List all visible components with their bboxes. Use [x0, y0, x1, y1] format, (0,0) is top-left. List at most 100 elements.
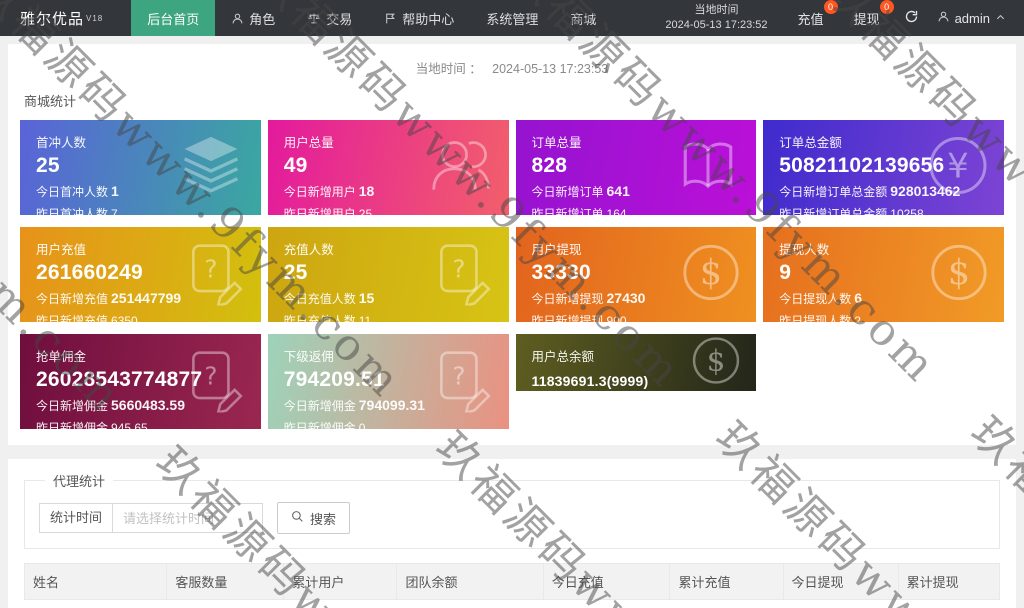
file-question-icon: ?	[429, 346, 495, 417]
search-icon	[291, 510, 304, 526]
agent-stats-table: 姓名 客服数量 累计用户 团队余额 今日充值 累计充值 今日提现 累计提现 ce…	[23, 563, 1001, 608]
card-yesterday-value: 10258	[890, 207, 924, 215]
card-yesterday-value: 0	[358, 421, 366, 429]
card-today-value: 27430	[606, 290, 646, 306]
table-row: ceshidaili 1 12 10062394.34 8100 13700 0…	[24, 599, 1000, 608]
withdraw-button-label: 提现	[853, 11, 880, 27]
mall-stats-panel: 当地时间 ： 2024-05-13 17:23:53 商城统计 首冲人数 25 …	[8, 44, 1016, 445]
cell-total-recharge: 13700	[669, 599, 784, 608]
card-today-value: 5660483.59	[111, 397, 185, 413]
stat-time-input[interactable]	[113, 503, 264, 533]
admin-menu[interactable]: admin	[937, 10, 1006, 26]
card-today-value: 641	[606, 183, 630, 199]
cell-today-withdraw: 0	[783, 599, 899, 608]
card-yesterday-value: 164	[606, 207, 627, 215]
cell-total-withdraw: 5300	[898, 599, 1000, 608]
col-header-total-withdraw: 累计提现	[897, 563, 1001, 600]
cell-service-count: 1	[166, 599, 284, 608]
agent-stats-title: 代理统计	[53, 474, 106, 489]
navbar-local-time-value: 2024-05-13 17:23:52	[665, 19, 768, 31]
stat-time-label: 统计时间	[39, 503, 114, 533]
col-header-total-recharge: 累计充值	[669, 563, 784, 600]
card-yesterday-label: 昨日充值人数	[283, 314, 356, 322]
card-today-label: 今日新增佣金	[283, 399, 356, 413]
card-yesterday-value: 6350	[111, 314, 138, 322]
card-today-label: 今日新增佣金	[36, 399, 109, 413]
yen-circle-icon: ¥	[926, 133, 990, 202]
mall-stats-title: 商城统计	[24, 94, 77, 109]
nav-item-help[interactable]: 帮助中心	[368, 0, 470, 36]
svg-text:?: ?	[204, 254, 217, 283]
col-header-today-withdraw: 今日提现	[782, 563, 899, 600]
nav-item-home-label: 后台首页	[147, 11, 200, 27]
app-logo-version: V18	[86, 13, 104, 23]
card-today-value: 251447799	[111, 290, 182, 306]
card-today-label: 今日充值人数	[283, 292, 356, 306]
file-question-icon: ?	[429, 239, 495, 310]
nav-item-trade-label: 交易	[326, 11, 353, 27]
col-header-name: 姓名	[23, 563, 168, 600]
recharge-button-label: 充值	[797, 11, 824, 27]
stat-cards-grid: 首冲人数 25 今日首冲人数 1 昨日首冲人数 7 用户总量 49 今日新增用户 18…	[8, 110, 1016, 429]
card-today-label: 今日新增提现	[531, 292, 604, 306]
card-yesterday-label: 昨日新增用户	[283, 207, 356, 215]
svg-text:$: $	[707, 343, 726, 377]
nav-item-roles[interactable]: 角色	[215, 0, 291, 36]
col-header-team-balance: 团队余额	[396, 563, 544, 600]
withdraw-button[interactable]: 提现 0	[848, 0, 894, 28]
cell-today-recharge: 8100	[543, 599, 670, 608]
top-navbar: 雅尔优品 V18 后台首页 角色 交易 帮助中心 系统管理 商城 当地时间 20…	[0, 0, 1024, 36]
admin-username: admin	[954, 10, 990, 26]
svg-text:?: ?	[204, 361, 217, 390]
cell-name: ceshidaili	[24, 599, 167, 608]
nav-item-system[interactable]: 系统管理	[470, 0, 554, 36]
stat-card-sub-rebate: 下级返佣 794209.51 今日新增佣金 794099.31 昨日新增佣金 0 ?	[267, 334, 509, 429]
search-button-label: 搜索	[310, 511, 337, 527]
local-time-line: 当地时间 ： 2024-05-13 17:23:53	[8, 44, 1016, 77]
svg-text:?: ?	[452, 254, 465, 283]
dollar-circle-icon: $	[680, 241, 742, 308]
card-today-label: 今日新增充值	[36, 292, 109, 306]
card-yesterday-value: 2	[854, 314, 861, 322]
stat-card-first-recharge-users: 首冲人数 25 今日首冲人数 1 昨日首冲人数 7	[20, 120, 261, 215]
user-icon	[937, 10, 950, 26]
stat-card-recharge-users: 充值人数 25 今日充值人数 15 昨日充值人数 11 ?	[267, 227, 509, 322]
card-today-label: 今日新增订单总金额	[779, 185, 888, 199]
svg-text:?: ?	[452, 361, 465, 390]
navbar-local-time-label: 当地时间	[694, 4, 739, 17]
card-yesterday-label: 昨日新增订单总金额	[779, 207, 888, 215]
cell-total-users: 12	[283, 599, 397, 608]
search-button[interactable]: 搜索	[277, 502, 351, 534]
stat-card-total-orders: 订单总量 828 今日新增订单 641 昨日新增订单 164	[515, 120, 757, 215]
navbar-right: 当地时间 2024-05-13 17:23:52 充值 0 提现 0 admin	[665, 0, 1024, 36]
svg-text:$: $	[948, 253, 970, 293]
main-menu: 后台首页 角色 交易 帮助中心 系统管理 商城	[131, 0, 612, 36]
open-book-icon	[674, 134, 742, 201]
nav-item-mall[interactable]: 商城	[554, 0, 612, 36]
stat-card-grab-commission: 抢单佣金 26028543774877 今日新增佣金 5660483.59 昨日新…	[20, 334, 261, 429]
stat-card-user-withdraw: 用户提现 33330 今日新增提现 27430 昨日新增提现 900 $	[515, 227, 757, 322]
filter-row: 统计时间 搜索	[39, 502, 985, 534]
nav-item-system-label: 系统管理	[486, 11, 539, 27]
card-today-value: 794099.31	[358, 397, 425, 413]
local-time-line-label: 当地时间 ：	[415, 62, 482, 76]
nav-item-trade[interactable]: 交易	[291, 0, 368, 36]
file-question-icon: ?	[181, 239, 247, 310]
col-header-service-count: 客服数量	[166, 563, 285, 600]
card-today-label: 今日新增用户	[283, 185, 356, 199]
col-header-total-users: 累计用户	[283, 563, 398, 600]
navbar-local-time: 当地时间 2024-05-13 17:23:52	[665, 3, 773, 33]
svg-text:$: $	[700, 253, 722, 293]
stat-card-total-user-balance: 用户总余额 11839691.3(9999) $	[515, 334, 757, 391]
card-today-label: 今日首冲人数	[36, 185, 109, 199]
nav-item-home[interactable]: 后台首页	[131, 0, 216, 36]
local-time-line-value: 2024-05-13 17:23:53	[492, 62, 609, 76]
card-today-label: 今日新增订单	[531, 185, 604, 199]
dollar-circle-icon: $	[928, 241, 990, 308]
withdraw-badge: 0	[879, 0, 894, 14]
recharge-button[interactable]: 充值 0	[792, 0, 838, 28]
chevron-up-icon	[995, 11, 1006, 26]
refresh-button[interactable]	[904, 9, 919, 27]
app-logo-text: 雅尔优品	[20, 10, 85, 28]
stat-card-withdraw-users: 提现人数 9 今日提现人数 6 昨日提现人数 2 $	[763, 227, 1004, 322]
